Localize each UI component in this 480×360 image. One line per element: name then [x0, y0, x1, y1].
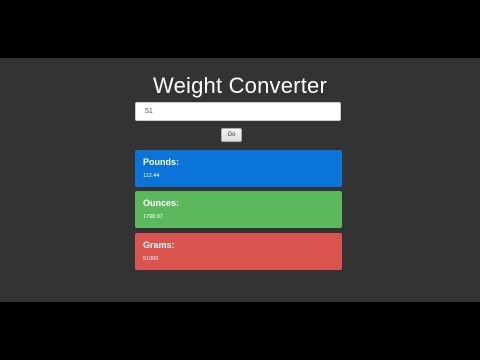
letterbox-bottom: [0, 302, 480, 360]
ounces-value: 1798.97: [143, 214, 163, 220]
ounces-label: Ounces:: [143, 198, 180, 208]
grams-card: Grams: 51000: [135, 233, 342, 270]
app-container: Weight Converter Go Pounds: 112.44 Ounce…: [0, 58, 480, 302]
page-title: Weight Converter: [153, 73, 327, 98]
ounces-card: Ounces: 1798.97: [135, 191, 342, 228]
pounds-label: Pounds:: [143, 157, 179, 167]
pounds-card: Pounds: 112.44: [135, 150, 342, 187]
grams-label: Grams:: [143, 240, 175, 250]
go-button[interactable]: Go: [221, 128, 242, 142]
letterbox-top: [0, 0, 480, 58]
grams-value: 51000: [143, 256, 159, 262]
weight-input[interactable]: [135, 102, 341, 121]
pounds-value: 112.44: [143, 173, 160, 179]
